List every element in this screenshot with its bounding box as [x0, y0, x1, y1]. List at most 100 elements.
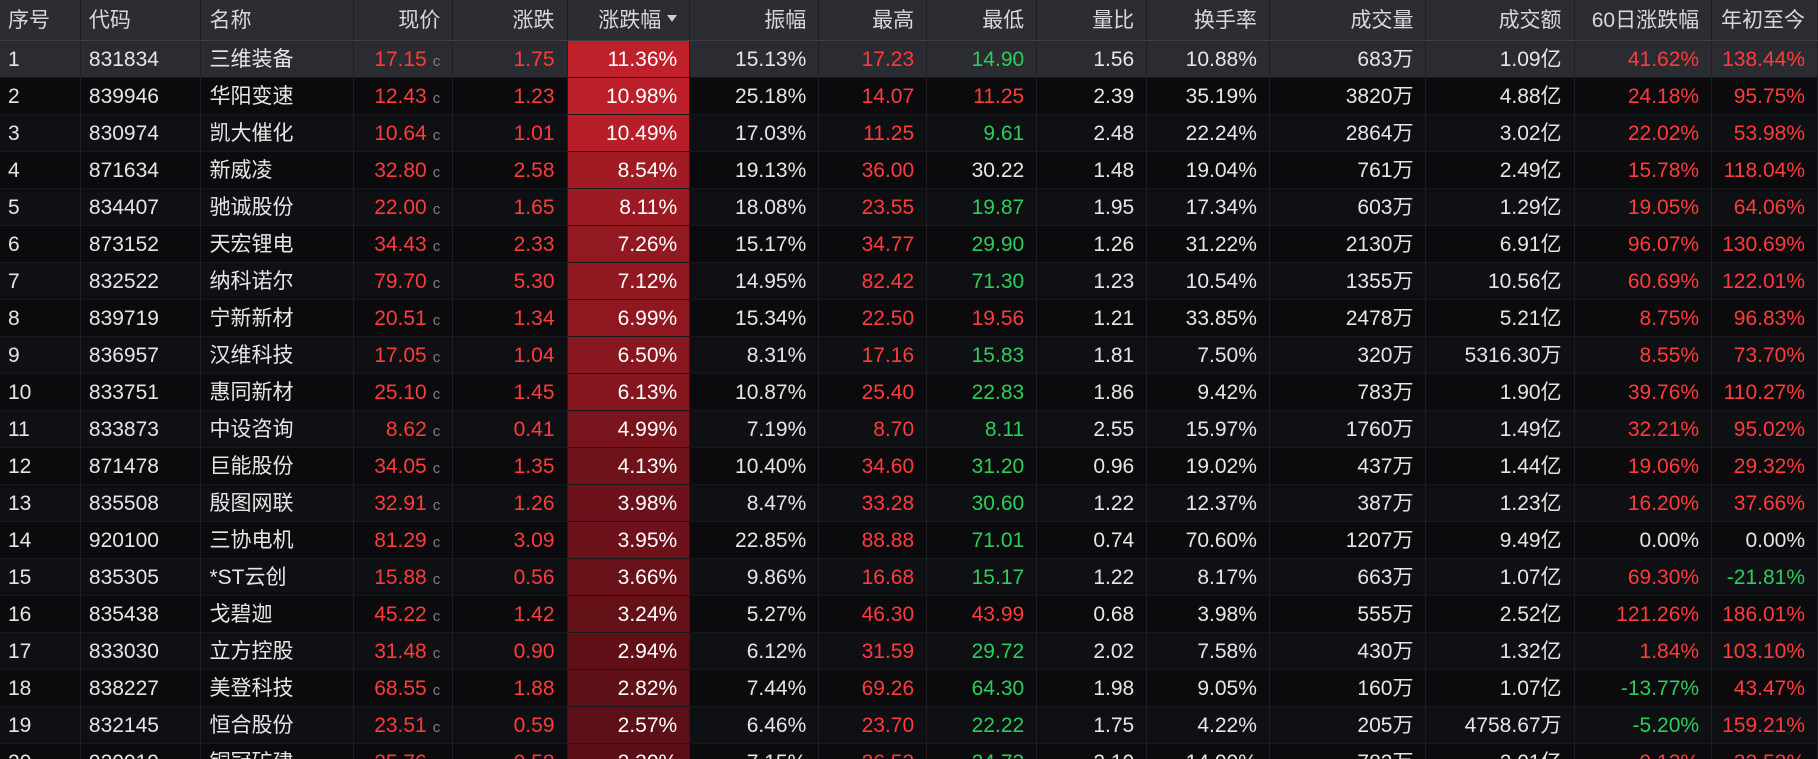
- cell-ytd-value: 95.75%: [1733, 84, 1805, 108]
- cell-seq-value: 14: [8, 528, 32, 552]
- table-row[interactable]: 9 836957 汉维科技 17.05 c 1.04 6.50% 8.31% 17.16 15.8…: [0, 336, 1818, 374]
- cell-price-value: 25.76: [374, 751, 427, 759]
- cell-high-value: 23.70: [861, 713, 915, 737]
- cell-ytd: 110.27%: [1711, 373, 1818, 411]
- cell-ytd: 118.04%: [1711, 151, 1818, 189]
- column-header-d60[interactable]: 60日涨跌幅: [1574, 0, 1713, 41]
- cell-price: 20.51 c: [353, 299, 454, 337]
- cell-d60-value: 8.75%: [1639, 306, 1700, 330]
- table-row[interactable]: 6 873152 天宏锂电 34.43 c 2.33 7.26% 15.17% 34.77 29.…: [0, 225, 1818, 263]
- price-c-marker: c: [432, 126, 441, 144]
- column-header-turn[interactable]: 换手率: [1146, 0, 1270, 41]
- column-header-vol[interactable]: 成交量: [1269, 0, 1427, 41]
- cell-seq-value: 8: [8, 306, 20, 330]
- column-header-ytd[interactable]: 年初至今: [1711, 0, 1818, 41]
- cell-pct: 8.54%: [567, 151, 691, 189]
- table-row[interactable]: 11 833873 中设咨询 8.62 c 0.41 4.99% 7.19% 8.70 8.11 2…: [0, 410, 1818, 448]
- cell-vol-value: 3820万: [1345, 84, 1414, 108]
- table-row[interactable]: 2 839946 华阳变速 12.43 c 1.23 10.98% 25.18% 14.07 11…: [0, 77, 1818, 115]
- cell-code: 832522: [80, 262, 202, 300]
- table-row[interactable]: 8 839719 宁新新材 20.51 c 1.34 6.99% 15.34% 22.50 19.…: [0, 299, 1818, 337]
- cell-name-value: 汉维科技: [209, 343, 294, 367]
- cell-vr-value: 1.56: [1093, 47, 1135, 71]
- cell-change: 1.65: [452, 188, 568, 226]
- cell-amp-value: 15.34%: [735, 306, 807, 330]
- cell-price-value: 31.48: [374, 639, 427, 663]
- cell-price-value: 12.43: [374, 84, 427, 108]
- cell-vr-value: 1.98: [1093, 676, 1135, 700]
- table-row[interactable]: 1 831834 三维装备 17.15 c 1.75 11.36% 15.13% 17.23 14…: [0, 40, 1818, 78]
- cell-change: 0.41: [452, 410, 568, 448]
- column-header-low[interactable]: 最低: [926, 0, 1038, 41]
- cell-seq: 12: [0, 447, 81, 485]
- table-row[interactable]: 14 920100 三协电机 81.29 c 3.09 3.95% 22.85% 88.88 71…: [0, 521, 1818, 559]
- cell-high-value: 26.53: [862, 751, 915, 759]
- cell-vol-value: 2864万: [1345, 121, 1414, 145]
- table-row[interactable]: 17 833030 立方控股 31.48 c 0.90 2.94% 6.12% 31.59 29.…: [0, 632, 1818, 670]
- column-header-code[interactable]: 代码: [80, 0, 202, 41]
- column-header-change[interactable]: 涨跌: [452, 0, 568, 41]
- cell-ytd: 43.47%: [1711, 669, 1818, 707]
- cell-code: 833873: [80, 410, 202, 448]
- table-row[interactable]: 15 835305 *ST云创 15.88 c 0.56 3.66% 9.86% 16.68 15…: [0, 558, 1818, 596]
- column-header-seq[interactable]: 序号: [0, 0, 81, 41]
- price-c-marker: c: [432, 348, 441, 366]
- cell-d60: 19.06%: [1574, 447, 1713, 485]
- cell-change: 1.35: [452, 447, 568, 485]
- cell-turn-value: 9.42%: [1197, 380, 1257, 404]
- cell-turn: 7.58%: [1146, 632, 1270, 670]
- cell-pct: 10.49%: [567, 114, 691, 152]
- column-header-high[interactable]: 最高: [818, 0, 928, 41]
- cell-vol: 1760万: [1269, 410, 1427, 448]
- cell-change-value: 1.04: [513, 343, 555, 367]
- cell-low-value: 15.17: [971, 565, 1025, 589]
- table-row[interactable]: 3 830974 凯大催化 10.64 c 1.01 10.49% 17.03% 11.25 9.…: [0, 114, 1818, 152]
- column-header-price[interactable]: 现价: [353, 0, 454, 41]
- table-row[interactable]: 19 832145 恒合股份 23.51 c 0.59 2.57% 6.46% 23.70 22.…: [0, 706, 1818, 744]
- cell-high-value: 36.00: [861, 158, 915, 182]
- cell-amp-value: 6.12%: [746, 639, 807, 663]
- price-c-marker: c: [432, 52, 441, 70]
- cell-seq-value: 16: [8, 602, 32, 626]
- column-header-amt[interactable]: 成交额: [1425, 0, 1575, 41]
- column-header-amp[interactable]: 振幅: [689, 0, 820, 41]
- table-row[interactable]: 10 833751 惠同新材 25.10 c 1.45 6.13% 10.87% 25.40 22…: [0, 373, 1818, 411]
- cell-code-value: 839719: [88, 306, 159, 330]
- cell-seq: 3: [0, 114, 81, 152]
- table-row[interactable]: 13 835508 殷图网联 32.91 c 1.26 3.98% 8.47% 33.28 30.…: [0, 484, 1818, 522]
- cell-ytd-value: 159.21%: [1722, 713, 1805, 737]
- cell-seq: 16: [0, 595, 81, 633]
- column-header-name[interactable]: 名称: [200, 0, 354, 41]
- stock-quote-grid: 序号 代码 名称 现价 涨跌 涨跌幅 振幅 最高 最低 量比 换手率 成交量 成交额 60日涨跌幅 年初至今…: [0, 0, 1818, 759]
- cell-d60: 8.55%: [1574, 336, 1713, 374]
- cell-high-value: 34.77: [861, 232, 915, 256]
- cell-seq-value: 6: [8, 232, 20, 256]
- cell-high: 31.59: [818, 632, 928, 670]
- table-row[interactable]: 4 871634 新威凌 32.80 c 2.58 8.54% 19.13% 36.00 30.2…: [0, 151, 1818, 189]
- table-row[interactable]: 7 832522 纳科诺尔 79.70 c 5.30 7.12% 14.95% 82.42 71.…: [0, 262, 1818, 300]
- cell-amt: 3.02亿: [1425, 114, 1575, 152]
- cell-name: 三维装备: [200, 40, 354, 78]
- cell-code: 833030: [80, 632, 202, 670]
- cell-turn-value: 19.02%: [1185, 454, 1257, 478]
- cell-high-value: 23.55: [861, 195, 915, 219]
- cell-amp-value: 18.08%: [735, 195, 807, 219]
- table-row[interactable]: 5 834407 驰诚股份 22.00 c 1.65 8.11% 18.08% 23.55 19.…: [0, 188, 1818, 226]
- table-row[interactable]: 16 835438 戈碧迦 45.22 c 1.42 3.24% 5.27% 46.30 43.9…: [0, 595, 1818, 633]
- table-row[interactable]: 12 871478 巨能股份 34.05 c 1.35 4.13% 10.40% 34.60 31…: [0, 447, 1818, 485]
- cell-seq-value: 3: [8, 121, 20, 145]
- cell-vr-value: 2.55: [1093, 417, 1135, 441]
- cell-low: 31.20: [926, 447, 1038, 485]
- price-c-marker: c: [432, 496, 441, 514]
- column-header-pct[interactable]: 涨跌幅: [567, 0, 691, 41]
- table-row[interactable]: 20 920019 铜冠矿建 25.76 c 0.58 2.30% 7.15% 26.53 24.…: [0, 743, 1818, 759]
- cell-code: 920019: [80, 743, 202, 759]
- table-row[interactable]: 18 838227 美登科技 68.55 c 1.88 2.82% 7.44% 69.26 64.…: [0, 669, 1818, 707]
- cell-high: 46.30: [818, 595, 928, 633]
- cell-amt: 4758.67万: [1425, 706, 1575, 744]
- cell-seq: 2: [0, 77, 81, 115]
- column-header-vr[interactable]: 量比: [1036, 0, 1148, 41]
- cell-d60: 32.21%: [1574, 410, 1713, 448]
- cell-amp-value: 25.18%: [735, 84, 807, 108]
- cell-turn: 14.00%: [1146, 743, 1270, 759]
